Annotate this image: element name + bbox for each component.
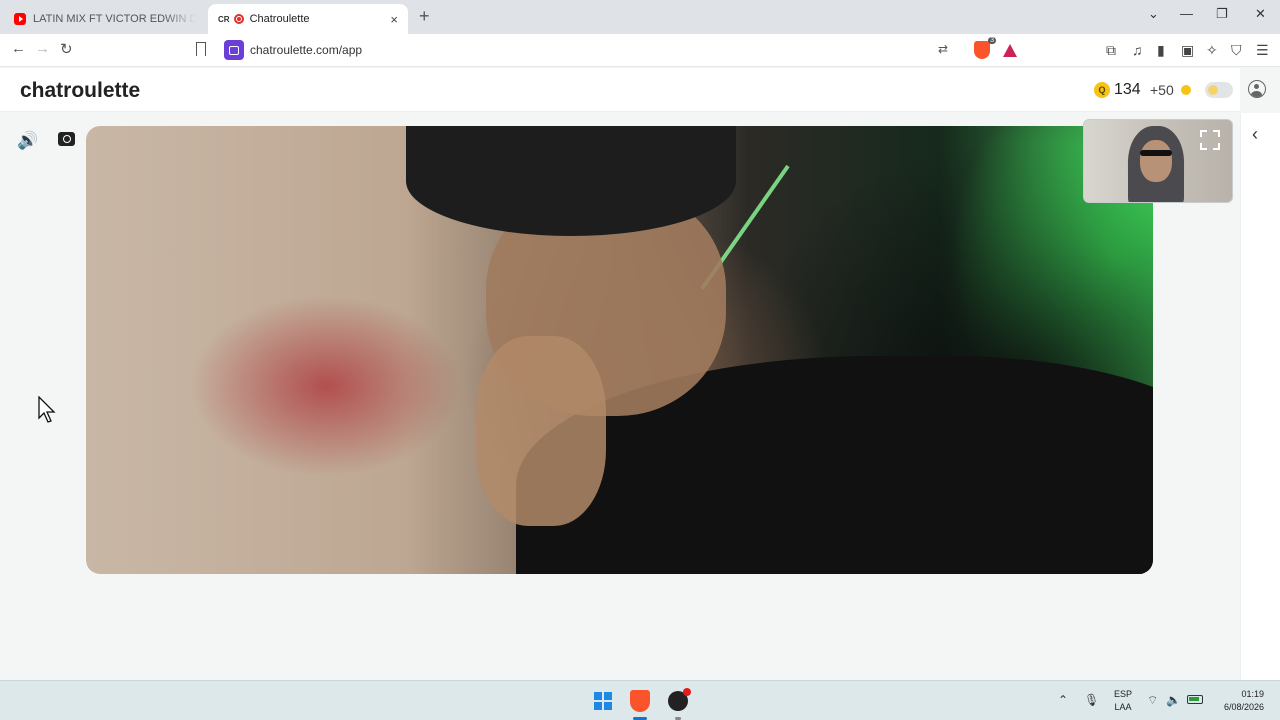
video-subject-hand (476, 336, 606, 526)
video-controls-column: 🔊 (0, 113, 86, 680)
side-panel (1240, 113, 1280, 680)
windows-taskbar: ⌃ 🎙 ESP LAA ⌔ 🔈 01:19 6/08/2026 (0, 680, 1280, 720)
tab-title: LATIN MIX FT VICTOR EDWIN DJ (GU (33, 13, 196, 25)
clock-time: 01:19 (1241, 689, 1264, 699)
theme-toggle[interactable] (1205, 82, 1233, 98)
camera-switch-icon[interactable] (58, 132, 75, 146)
chatroulette-favicon: CR (218, 14, 230, 24)
bookmark-icon[interactable] (196, 42, 206, 56)
tab-title: Chatroulette (249, 13, 310, 25)
translate-icon[interactable]: ⇄ (938, 42, 948, 56)
fullscreen-icon[interactable] (1200, 130, 1220, 150)
brave-rewards-icon[interactable] (1003, 44, 1017, 57)
leo-ai-icon[interactable]: ✧ (1206, 42, 1218, 59)
brave-shields-icon[interactable]: 3 (974, 37, 996, 59)
close-window-button[interactable]: ✕ (1255, 6, 1266, 22)
back-icon[interactable]: ← (11, 40, 26, 57)
self-camera-preview[interactable] (1083, 119, 1233, 203)
clock-date: 6/08/2026 (1223, 702, 1264, 712)
keyboard-layout: LAA (1114, 702, 1132, 712)
remote-video-feed[interactable] (86, 126, 1153, 574)
wifi-icon[interactable]: ⌔ (1147, 693, 1158, 708)
vpn-icon[interactable]: ⛉ (1231, 42, 1242, 59)
language-code: ESP (1114, 689, 1133, 699)
menu-icon[interactable]: ☰ (1256, 42, 1269, 59)
brave-browser-icon[interactable] (630, 690, 650, 712)
maximize-button[interactable]: ❐ (1216, 6, 1228, 22)
music-icon[interactable]: ♫ (1132, 42, 1143, 58)
bonus-coin-icon (1181, 85, 1191, 95)
system-clock[interactable]: 01:19 6/08/2026 (1212, 688, 1264, 714)
user-profile-icon[interactable] (1248, 80, 1266, 98)
sidebar-icon[interactable]: ▮ (1157, 42, 1165, 59)
close-tab-button[interactable]: × (390, 12, 398, 27)
url-text[interactable]: chatroulette.com/app (250, 43, 362, 57)
wallet-icon[interactable]: ▣ (1181, 42, 1194, 59)
site-info-icon[interactable] (224, 40, 244, 60)
extensions-icon[interactable]: ⧉ (1106, 42, 1116, 59)
forward-icon[interactable]: → (35, 40, 50, 57)
recording-icon (233, 14, 244, 24)
coin-icon: Q (1094, 82, 1110, 98)
coin-balance[interactable]: 134 (1114, 81, 1141, 99)
tab-search-dropdown[interactable]: ⌄ (1148, 6, 1159, 22)
input-language-indicator[interactable]: ESP LAA (1114, 688, 1132, 714)
browser-toolbar: ← → ↻ chatroulette.com/app ⇄ 3 ⧉ ♫ ▮ ▣ ✧… (0, 34, 1280, 67)
obs-studio-icon[interactable] (668, 688, 691, 711)
preview-subject-glasses (1140, 150, 1172, 156)
site-header: chatroulette Q 134 +50 (0, 68, 1266, 112)
tab-latin-mix[interactable]: LATIN MIX FT VICTOR EDWIN DJ (GU (4, 4, 206, 34)
youtube-icon (14, 13, 26, 25)
battery-icon[interactable] (1187, 695, 1203, 704)
volume-icon[interactable]: 🔊 (17, 131, 38, 151)
coin-bonus[interactable]: +50 (1150, 82, 1174, 98)
tab-chatroulette[interactable]: CR Chatroulette × (208, 4, 408, 34)
new-tab-button[interactable]: + (419, 6, 430, 27)
microphone-icon[interactable]: 🎙 (1084, 693, 1099, 707)
browser-tab-strip: LATIN MIX FT VICTOR EDWIN DJ (GU CR Chat… (0, 0, 1280, 34)
chevron-left-icon[interactable]: ‹ (1252, 124, 1258, 145)
address-bar[interactable]: chatroulette.com/app ⇄ 3 (190, 37, 1030, 64)
reload-icon[interactable]: ↻ (60, 40, 73, 58)
windows-start-icon[interactable] (594, 692, 612, 710)
shield-count-badge: 3 (988, 37, 996, 44)
video-subject-cap (406, 126, 736, 236)
minimize-button[interactable]: — (1180, 6, 1193, 21)
show-hidden-icons[interactable]: ⌃ (1058, 693, 1068, 707)
preview-subject-face (1140, 140, 1172, 182)
speaker-icon[interactable]: 🔈 (1166, 693, 1181, 707)
chatroulette-logo[interactable]: chatroulette (20, 79, 140, 103)
